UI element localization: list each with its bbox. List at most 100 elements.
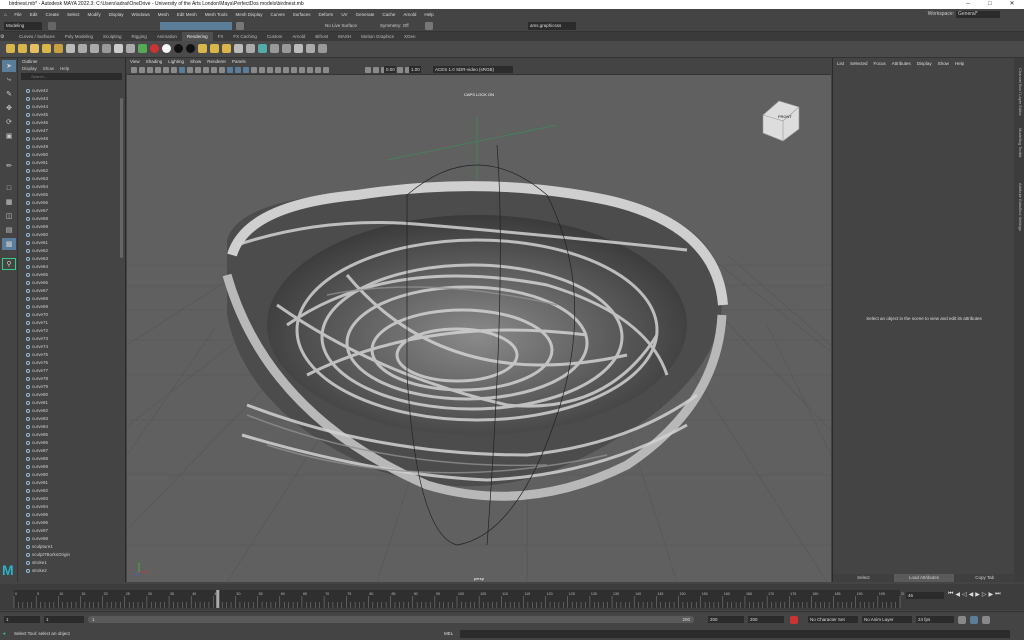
shelf-tool-icon[interactable]: [306, 44, 315, 53]
single-pane-layout-icon[interactable]: □: [2, 182, 16, 194]
current-frame-field[interactable]: 46: [906, 592, 944, 599]
outliner-item[interactable]: curve54: [18, 183, 124, 191]
end-frame-field[interactable]: 200: [748, 616, 784, 623]
fps-select[interactable]: 24 fps: [916, 616, 954, 623]
shelf-tool-icon[interactable]: [150, 44, 159, 53]
anti-aliasing-icon[interactable]: [299, 67, 305, 73]
image-plane-icon[interactable]: [155, 67, 161, 73]
outliner-item[interactable]: curve64: [18, 263, 124, 271]
go-to-start-icon[interactable]: ⏮: [948, 591, 953, 598]
menu-cache[interactable]: Cache: [382, 12, 395, 17]
shelf-tool-icon[interactable]: [162, 44, 171, 53]
range-slider-bar[interactable]: 1 200: [88, 616, 694, 623]
step-back-key-icon[interactable]: ◀: [955, 591, 960, 598]
play-forwards-icon[interactable]: ▶: [975, 591, 980, 598]
ambient-occlusion-icon[interactable]: [283, 67, 289, 73]
anim-layer-select[interactable]: No Anim Layer: [862, 616, 912, 623]
selection-mask-icons[interactable]: [160, 22, 232, 30]
loop-icon[interactable]: [958, 616, 966, 624]
viewport-menu-view[interactable]: View: [130, 59, 140, 64]
menu-help[interactable]: Help: [424, 12, 433, 17]
shelf-tool-icon[interactable]: [78, 44, 87, 53]
attribute-menu-selected[interactable]: Selected: [850, 61, 868, 66]
shelf-tool-icon[interactable]: [66, 44, 75, 53]
auto-key-icon[interactable]: [790, 616, 798, 624]
outliner-item[interactable]: sculptTBorksOrigin: [18, 551, 124, 559]
film-gate-icon[interactable]: [187, 67, 193, 73]
outliner-item[interactable]: curve97: [18, 527, 124, 535]
shelf-tool-icon[interactable]: [6, 44, 15, 53]
side-tab-channel-box-layer-editor[interactable]: Channel Box / Layer Editor: [1015, 68, 1023, 116]
menu-mesh[interactable]: Mesh: [158, 12, 169, 17]
select-tool-icon[interactable]: ➤: [2, 60, 16, 72]
outliner-item[interactable]: curve51: [18, 159, 124, 167]
paint-select-icon[interactable]: ✎: [2, 88, 16, 100]
backface-culling-icon[interactable]: [373, 67, 379, 73]
outliner-item[interactable]: curve95: [18, 511, 124, 519]
load-attributes-button[interactable]: Load Attributes: [893, 574, 955, 582]
playback-end-field[interactable]: 200: [708, 616, 744, 623]
outliner-item[interactable]: sculpture1: [18, 543, 124, 551]
outliner-search-input[interactable]: Search...: [21, 73, 122, 80]
sound-icon[interactable]: [970, 616, 978, 624]
outliner-item[interactable]: curve59: [18, 223, 124, 231]
viewport-menu-show[interactable]: Show: [190, 59, 201, 64]
viewport-menu-lighting[interactable]: Lighting: [168, 59, 184, 64]
step-back-frame-icon[interactable]: ◁: [962, 591, 967, 598]
outliner-item[interactable]: curve49: [18, 143, 124, 151]
attribute-menu-attributes[interactable]: Attributes: [892, 61, 911, 66]
live-surface-label[interactable]: No Live Surface: [325, 23, 357, 28]
isolate-select-icon[interactable]: [307, 67, 313, 73]
outliner-item[interactable]: curve94: [18, 503, 124, 511]
outliner-item[interactable]: curve50: [18, 151, 124, 159]
outliner-item[interactable]: curve86: [18, 439, 124, 447]
copy-tab-button[interactable]: Copy Tab: [954, 574, 1016, 582]
shelf-tool-icon[interactable]: [246, 44, 255, 53]
signin-field[interactable]: ams.graphicsss: [528, 22, 576, 30]
menu-create[interactable]: Create: [45, 12, 59, 17]
lasso-tool-icon[interactable]: ⤷: [2, 74, 16, 86]
attribute-menu-display[interactable]: Display: [917, 61, 932, 66]
render-view-icon[interactable]: [425, 22, 433, 30]
outliner-item[interactable]: curve90: [18, 471, 124, 479]
bookmark-icon[interactable]: [147, 67, 153, 73]
outliner-item[interactable]: curve91: [18, 479, 124, 487]
shelf-tool-icon[interactable]: [138, 44, 147, 53]
outliner-menu-show[interactable]: Show: [43, 66, 54, 71]
playhead[interactable]: [216, 590, 220, 608]
outliner-item[interactable]: curve47: [18, 127, 124, 135]
shelf-tool-icon[interactable]: [318, 44, 327, 53]
search-icon[interactable]: ⚲: [2, 258, 16, 270]
outliner-item[interactable]: curve67: [18, 287, 124, 295]
outliner-item[interactable]: curve56: [18, 199, 124, 207]
outliner-item[interactable]: curve66: [18, 279, 124, 287]
menu-modify[interactable]: Modify: [87, 12, 100, 17]
menu-mesh-display[interactable]: Mesh Display: [236, 12, 263, 17]
outliner-item[interactable]: curve79: [18, 383, 124, 391]
shadows-icon[interactable]: [275, 67, 281, 73]
xray-icon[interactable]: [315, 67, 321, 73]
outliner-item[interactable]: curve78: [18, 375, 124, 383]
outliner-item[interactable]: curve80: [18, 391, 124, 399]
outliner-item[interactable]: curve68: [18, 295, 124, 303]
outliner-item[interactable]: curve98: [18, 535, 124, 543]
outliner-item[interactable]: curve83: [18, 415, 124, 423]
menu-deform[interactable]: Deform: [319, 12, 334, 17]
shelf-tab-xgen[interactable]: XGen: [399, 32, 421, 41]
outliner-item[interactable]: curve81: [18, 399, 124, 407]
menu-curves[interactable]: Curves: [271, 12, 285, 17]
side-tab-modelling-toolkit[interactable]: Modelling Toolkit: [1015, 128, 1023, 158]
exposure-field[interactable]: 0.00: [384, 66, 396, 73]
outliner-menu-display[interactable]: Display: [22, 66, 37, 71]
sculpt-tool-icon[interactable]: ✏: [2, 160, 16, 172]
side-by-side-layout-icon[interactable]: ◫: [2, 210, 16, 222]
home-icon[interactable]: ⌂: [4, 12, 7, 18]
outliner-item[interactable]: curve71: [18, 319, 124, 327]
shelf-tool-icon[interactable]: [114, 44, 123, 53]
gamma-field[interactable]: 1.00: [409, 66, 421, 73]
outliner-item[interactable]: curve76: [18, 359, 124, 367]
shelf-tab-rigging[interactable]: Rigging: [127, 32, 152, 41]
shelf-tab-sculpting[interactable]: Sculpting: [98, 32, 127, 41]
shelf-tool-icon[interactable]: [282, 44, 291, 53]
shelf-tool-icon[interactable]: [270, 44, 279, 53]
